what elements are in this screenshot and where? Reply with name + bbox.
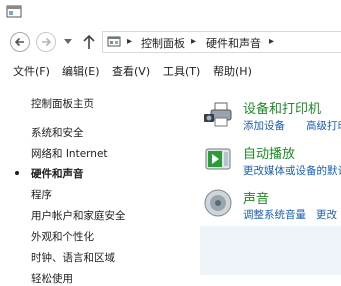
sidebar-item-programs[interactable]: 程序 (31, 187, 52, 202)
change-default-media-link[interactable]: 更改媒体或设备的默认 (243, 163, 341, 178)
category-autoplay[interactable]: 自动播放 (243, 143, 295, 162)
breadcrumb-separator-icon[interactable]: ▸ (191, 36, 196, 47)
address-bar[interactable]: ▸ 控制面板 ▸ 硬件和声音 ▸ (102, 31, 341, 53)
sidebar-item-user-accounts[interactable]: 用户帐户和家庭安全 (31, 208, 126, 223)
current-item-bullet-icon (15, 171, 19, 175)
adjust-volume-link[interactable]: 调整系统音量 (243, 207, 306, 222)
main-content: 设备和打印机 添加设备 高级打印 自动播放 更改媒体或设备的默认 声音 调整系统… (200, 80, 341, 275)
sidebar-item-appearance[interactable]: 外观和个性化 (31, 229, 94, 244)
menu-view[interactable]: 查看(V) (112, 63, 150, 79)
breadcrumb-separator-icon[interactable]: ▸ (127, 36, 132, 47)
category-devices-printers[interactable]: 设备和打印机 (243, 98, 321, 117)
title-bar (0, 0, 341, 28)
up-arrow-icon[interactable] (82, 34, 96, 50)
breadcrumb-control-panel[interactable]: 控制面板 (141, 35, 185, 51)
sidebar-item-clock-language[interactable]: 时钟、语言和区域 (31, 250, 115, 265)
category-sound[interactable]: 声音 (243, 188, 269, 207)
forward-arrow-icon (42, 37, 52, 47)
autoplay-icon[interactable] (203, 144, 233, 174)
menu-help[interactable]: 帮助(H) (213, 63, 252, 79)
control-panel-window-icon (6, 5, 22, 18)
add-device-link[interactable]: 添加设备 (243, 118, 285, 133)
sidebar-item-network-internet[interactable]: 网络和 Internet (31, 146, 108, 161)
sidebar-item-system-security[interactable]: 系统和安全 (31, 125, 84, 140)
panel-background (200, 226, 341, 275)
menu-bar: 文件(F) 编辑(E) 查看(V) 工具(T) 帮助(H) (0, 60, 341, 80)
forward-button[interactable] (36, 32, 56, 52)
menu-edit[interactable]: 编辑(E) (62, 63, 100, 79)
sidebar-item-control-panel-home[interactable]: 控制面板主页 (31, 96, 94, 111)
breadcrumb-hardware-sound[interactable]: 硬件和声音 (206, 35, 261, 51)
sidebar: 控制面板主页 系统和安全 网络和 Internet 硬件和声音 程序 用户帐户和… (0, 80, 200, 285)
navigation-bar: ▸ 控制面板 ▸ 硬件和声音 ▸ (0, 28, 341, 58)
menu-file[interactable]: 文件(F) (13, 63, 50, 79)
change-sound-link[interactable]: 更改 (316, 207, 337, 222)
back-button[interactable] (10, 32, 30, 52)
recent-locations-chevron-icon[interactable] (64, 39, 72, 45)
advanced-print-link[interactable]: 高级打印 (306, 118, 341, 133)
menu-tools[interactable]: 工具(T) (163, 63, 200, 79)
sidebar-item-ease-of-access[interactable]: 轻松使用 (31, 271, 73, 286)
speaker-icon[interactable] (203, 188, 233, 218)
control-panel-icon (107, 36, 121, 47)
back-arrow-icon (14, 37, 24, 47)
printer-camera-icon[interactable] (203, 100, 233, 130)
sidebar-item-hardware-sound: 硬件和声音 (31, 168, 84, 180)
breadcrumb-separator-icon[interactable]: ▸ (269, 36, 274, 47)
